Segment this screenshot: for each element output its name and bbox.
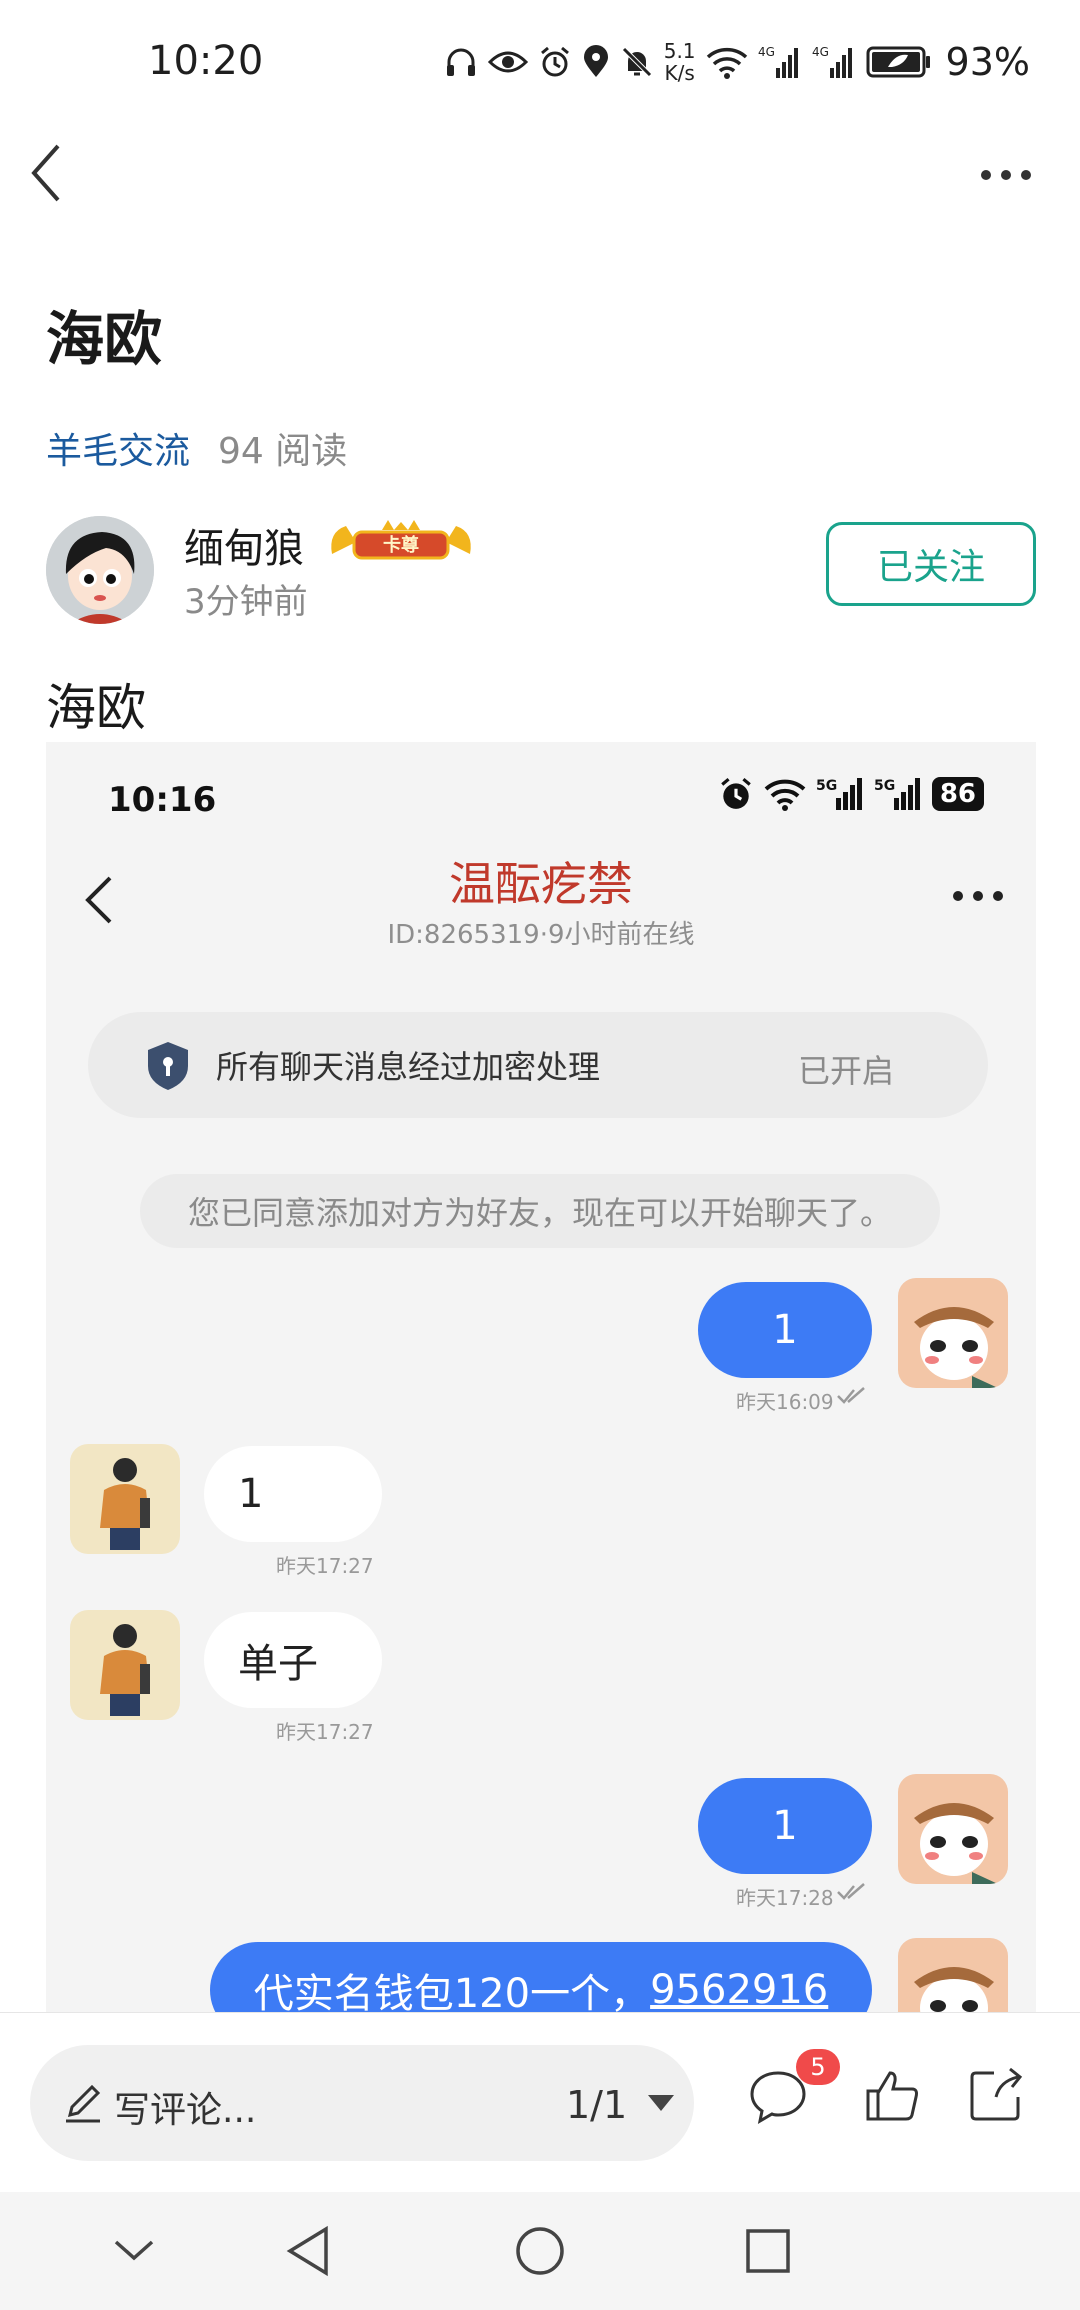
svg-text:卡尊: 卡尊 [383,534,419,556]
double-check-icon [837,1387,865,1404]
signal-icon-2: 5G [874,778,920,810]
alarm-icon [721,777,751,809]
contact-avatar [70,1610,180,1720]
message-time: 昨天17:27 [276,1720,374,1744]
system-navigation-bar [0,2192,1080,2310]
message-bubble-out: 1 [698,1282,872,1378]
svg-text:5G: 5G [816,778,837,794]
avatar-image [46,516,154,624]
shot-more-icon [950,884,1006,908]
caret-down-icon[interactable] [646,2091,676,2115]
back-icon [31,144,60,202]
chat-title: 温酝疙禁 [449,857,633,911]
circle-home-icon [516,2227,564,2275]
status-bar: 10:20 5.1 K/s 4G 4G 93% [0,0,1080,125]
post-time: 3分钟前 [184,582,308,622]
encryption-status: 已开启 [797,1052,894,1090]
signal-icon-2: 4G [812,45,852,78]
shot-battery: 86 [931,777,984,811]
signal-icon-1: 4G [758,45,798,78]
contact-avatar [70,1444,180,1554]
more-icon [981,170,1031,180]
battery-percent: 93% [945,40,1030,84]
crown-badge-icon: 卡尊 [331,520,471,560]
share-icon [970,2067,1023,2121]
encryption-notice: 所有聊天消息经过加密处理 已开启 [88,1012,988,1118]
wifi-icon [706,47,747,79]
bell-off-icon [621,47,652,77]
message-link[interactable]: 9562916 [650,1967,828,2012]
comment-count-badge: 5 [796,2049,840,2085]
nav-collapse-button[interactable] [74,2192,194,2310]
nav-recents-button[interactable] [708,2192,828,2310]
signal-icon-1: 5G [816,778,862,810]
self-avatar [898,1278,1008,1388]
comment-input[interactable]: 写评论... 1/1 [30,2045,694,2161]
double-check-icon [837,1883,865,1900]
back-button[interactable] [24,138,84,208]
category-link[interactable]: 羊毛交流 [46,431,190,472]
more-button[interactable] [976,155,1036,195]
svg-text:5G: 5G [874,778,895,794]
nav-back-button[interactable] [248,2192,368,2310]
pen-icon [66,2084,101,2123]
chevron-down-icon [114,2240,154,2261]
message-time: 昨天16:09 [736,1390,834,1414]
author-row: 缅甸狼 卡尊 3分钟前 已关注 [46,516,1036,626]
message-text: 代实名钱包120一个， [253,1971,651,2012]
message-time: 昨天17:27 [276,1554,374,1578]
nav-home-button[interactable] [480,2192,600,2310]
wifi-icon [764,779,806,811]
thumbs-up-icon [866,2071,918,2121]
system-message: 您已同意添加对方为好友，现在可以开始聊天了。 [140,1174,940,1248]
post-body: 海欧 [46,679,146,737]
embedded-screenshot[interactable]: 10:16 5G 5G 86 温酝疙禁 ID:8265319·9小时前在线 所有… [46,742,1036,2012]
eye-icon [487,51,528,73]
headphones-icon [446,48,475,76]
follow-button[interactable]: 已关注 [826,522,1036,606]
location-icon [583,45,608,77]
author-name[interactable]: 缅甸狼 [184,516,304,574]
message-bubble-in: 1 [204,1446,382,1542]
square-recents-icon [746,2229,790,2273]
bottom-action-bar: 写评论... 1/1 5 [0,2012,1080,2192]
svg-text:4G: 4G [812,45,829,59]
shield-icon [148,1042,188,1090]
shot-status-time: 10:16 [108,780,217,820]
svg-text:4G: 4G [758,45,775,59]
page-indicator[interactable]: 1/1 [566,2083,627,2127]
self-avatar [898,1774,1008,1884]
self-avatar [898,1938,1008,2012]
status-icons: 5.1 K/s 4G 4G 93% [444,34,1030,90]
post-meta: 羊毛交流 94 阅读 [46,422,347,474]
vip-badge: 卡尊 [326,518,476,566]
chat-subtitle: ID:8265319·9小时前在线 [387,920,695,950]
alarm-icon [540,46,569,77]
triangle-back-icon [286,2225,328,2277]
message-bubble-in: 单子 [204,1612,382,1708]
message-time: 昨天17:28 [736,1886,834,1910]
message-bubble-out: 代实名钱包120一个， 9562916 [210,1942,872,2012]
battery-icon [866,46,930,78]
message-bubble-out: 1 [698,1778,872,1874]
shot-status-icons: 5G 5G 86 [718,776,984,812]
encryption-text: 所有聊天消息经过加密处理 [216,1048,601,1086]
status-time: 10:20 [148,38,264,84]
post-title: 海欧 [46,305,163,373]
read-count: 94 阅读 [218,431,348,472]
share-button[interactable] [966,2065,1026,2125]
network-speed: 5.1 K/s [663,39,696,85]
comment-placeholder: 写评论... [114,2090,257,2131]
like-button[interactable] [862,2065,922,2125]
avatar[interactable] [46,516,154,624]
